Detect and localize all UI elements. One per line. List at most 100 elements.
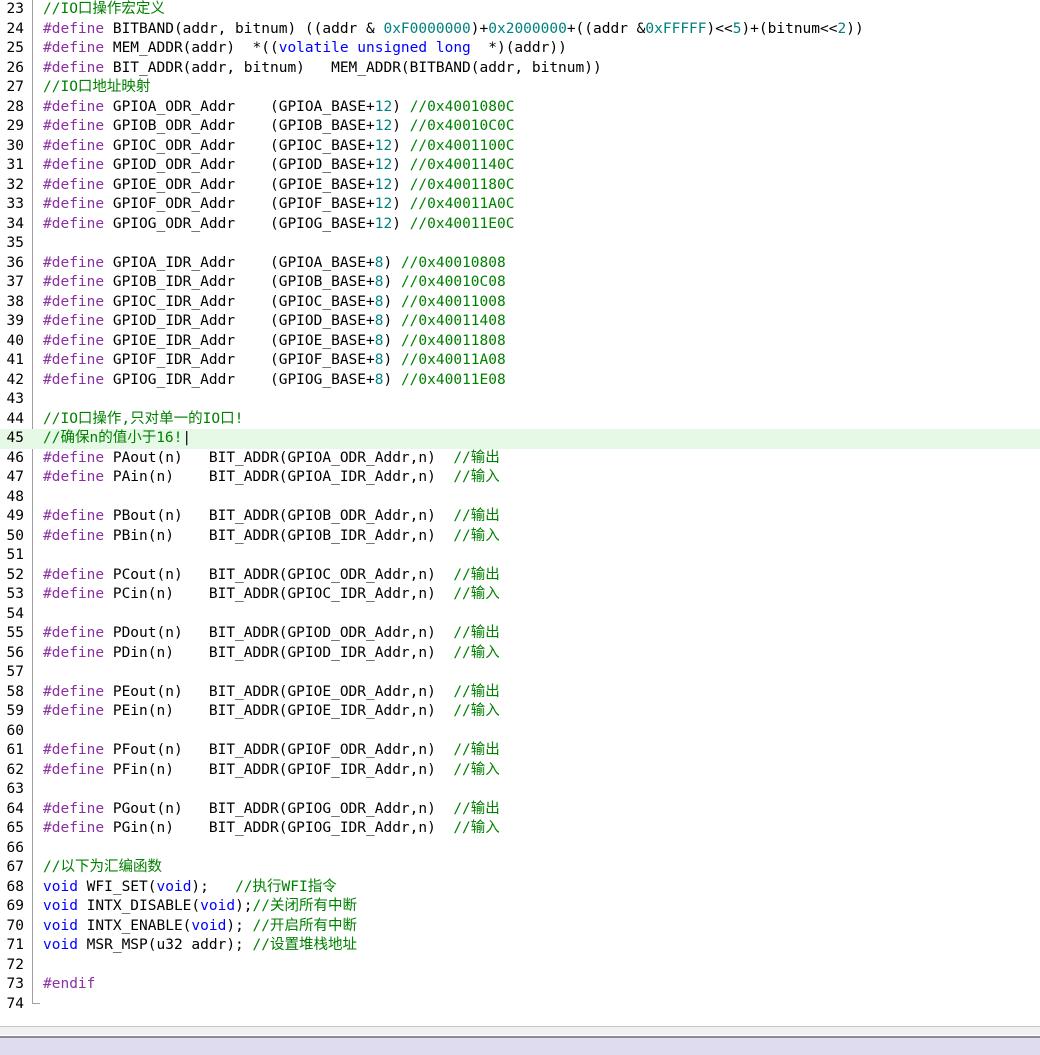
line-number: 61 <box>6 742 24 758</box>
code-line[interactable]: 48 <box>0 488 1040 508</box>
code-line[interactable]: 35 <box>0 234 1040 254</box>
line-code[interactable]: //以下为汇编函数 <box>43 858 162 878</box>
code-line[interactable]: 47 #define PAin(n) BIT_ADDR(GPIOA_IDR_Add… <box>0 468 1040 488</box>
code-line[interactable]: 27 //IO口地址映射 <box>0 78 1040 98</box>
code-editor[interactable]: 23 //IO口操作宏定义 24 #define BITBAND(addr, bitn… <box>0 0 1040 1026</box>
line-code[interactable]: void WFI_SET(void); //执行WFI指令 <box>43 878 337 898</box>
line-code[interactable]: #define GPIOD_ODR_Addr (GPIOD_BASE+12) /… <box>43 156 514 176</box>
code-line[interactable]: 55 #define PDout(n) BIT_ADDR(GPIOD_ODR_Ad… <box>0 624 1040 644</box>
code-line[interactable]: 37 #define GPIOB_IDR_Addr (GPIOB_BASE+8) … <box>0 273 1040 293</box>
code-line[interactable]: 39 #define GPIOD_IDR_Addr (GPIOD_BASE+8) … <box>0 312 1040 332</box>
line-code[interactable]: #define MEM_ADDR(addr) *((volatile unsig… <box>43 39 567 59</box>
line-code[interactable]: #define PBout(n) BIT_ADDR(GPIOB_ODR_Addr… <box>43 507 500 527</box>
line-code[interactable]: //IO口地址映射 <box>43 78 150 98</box>
line-code[interactable]: void INTX_DISABLE(void);//关闭所有中断 <box>43 897 357 917</box>
line-code[interactable]: //IO口操作,只对单一的IO口! <box>43 410 243 430</box>
code-line[interactable]: 29 #define GPIOB_ODR_Addr (GPIOB_BASE+12)… <box>0 117 1040 137</box>
code-line[interactable]: 64 #define PGout(n) BIT_ADDR(GPIOG_ODR_Ad… <box>0 800 1040 820</box>
line-code[interactable]: #define GPIOF_ODR_Addr (GPIOF_BASE+12) /… <box>43 195 514 215</box>
code-line[interactable]: 61 #define PFout(n) BIT_ADDR(GPIOF_ODR_Ad… <box>0 741 1040 761</box>
code-line[interactable]: 32 #define GPIOE_ODR_Addr (GPIOE_BASE+12)… <box>0 176 1040 196</box>
code-token: PCout(n) BIT_ADDR(GPIOC_ODR_Addr,n) <box>112 566 454 583</box>
code-line[interactable]: 45 //确保n的值小于16!| <box>0 429 1040 449</box>
code-line[interactable]: 68 void WFI_SET(void); //执行WFI指令 <box>0 878 1040 898</box>
code-line[interactable]: 23 //IO口操作宏定义 <box>0 0 1040 20</box>
line-code[interactable]: //IO口操作宏定义 <box>43 0 165 20</box>
code-line[interactable]: 50 #define PBin(n) BIT_ADDR(GPIOB_IDR_Add… <box>0 527 1040 547</box>
line-code[interactable]: #define GPIOB_ODR_Addr (GPIOB_BASE+12) /… <box>43 117 514 137</box>
line-code[interactable]: #define PCout(n) BIT_ADDR(GPIOC_ODR_Addr… <box>43 566 500 586</box>
line-code[interactable]: #define PCin(n) BIT_ADDR(GPIOC_IDR_Addr,… <box>43 585 500 605</box>
line-code[interactable]: #define PEout(n) BIT_ADDR(GPIOE_ODR_Addr… <box>43 683 500 703</box>
code-line[interactable]: 51 <box>0 546 1040 566</box>
line-code[interactable]: #define PDin(n) BIT_ADDR(GPIOD_IDR_Addr,… <box>43 644 500 664</box>
code-line[interactable]: 57 <box>0 663 1040 683</box>
code-line[interactable]: 56 #define PDin(n) BIT_ADDR(GPIOD_IDR_Add… <box>0 644 1040 664</box>
code-line[interactable]: 63 <box>0 780 1040 800</box>
code-line[interactable]: 41 #define GPIOF_IDR_Addr (GPIOF_BASE+8) … <box>0 351 1040 371</box>
code-line[interactable]: 26 #define BIT_ADDR(addr, bitnum) MEM_ADD… <box>0 59 1040 79</box>
code-line[interactable]: 44 //IO口操作,只对单一的IO口! <box>0 410 1040 430</box>
line-code[interactable]: #define PFout(n) BIT_ADDR(GPIOF_ODR_Addr… <box>43 741 500 761</box>
line-code[interactable]: #define GPIOG_IDR_Addr (GPIOG_BASE+8) //… <box>43 371 506 391</box>
code-line[interactable]: 71 void MSR_MSP(u32 addr); //设置堆栈地址 <box>0 936 1040 956</box>
line-code[interactable]: #define GPIOE_ODR_Addr (GPIOE_BASE+12) /… <box>43 176 514 196</box>
code-line[interactable]: 46 #define PAout(n) BIT_ADDR(GPIOA_ODR_Ad… <box>0 449 1040 469</box>
code-line[interactable]: 54 <box>0 605 1040 625</box>
code-line[interactable]: 42 #define GPIOG_IDR_Addr (GPIOG_BASE+8) … <box>0 371 1040 391</box>
code-line[interactable]: 53 #define PCin(n) BIT_ADDR(GPIOC_IDR_Add… <box>0 585 1040 605</box>
line-code[interactable]: #define BIT_ADDR(addr, bitnum) MEM_ADDR(… <box>43 59 602 79</box>
code-line[interactable]: 38 #define GPIOC_IDR_Addr (GPIOC_BASE+8) … <box>0 293 1040 313</box>
line-code[interactable]: #endif <box>43 975 95 995</box>
line-code[interactable]: #define GPIOC_ODR_Addr (GPIOC_BASE+12) /… <box>43 137 514 157</box>
line-code[interactable]: #define GPIOA_IDR_Addr (GPIOA_BASE+8) //… <box>43 254 506 274</box>
line-code[interactable]: #define PAout(n) BIT_ADDR(GPIOA_ODR_Addr… <box>43 449 500 469</box>
line-code[interactable]: #define GPIOC_IDR_Addr (GPIOC_BASE+8) //… <box>43 293 506 313</box>
line-number: 53 <box>6 586 24 602</box>
line-code[interactable]: #define GPIOG_ODR_Addr (GPIOG_BASE+12) /… <box>43 215 514 235</box>
code-line[interactable]: 40 #define GPIOE_IDR_Addr (GPIOE_BASE+8) … <box>0 332 1040 352</box>
line-code[interactable]: #define PEin(n) BIT_ADDR(GPIOE_IDR_Addr,… <box>43 702 500 722</box>
line-code[interactable]: //确保n的值小于16!| <box>43 429 191 449</box>
code-line[interactable]: 43 <box>0 390 1040 410</box>
code-line[interactable]: 49 #define PBout(n) BIT_ADDR(GPIOB_ODR_Ad… <box>0 507 1040 527</box>
code-line[interactable]: 52 #define PCout(n) BIT_ADDR(GPIOC_ODR_Ad… <box>0 566 1040 586</box>
line-code[interactable]: #define BITBAND(addr, bitnum) ((addr & 0… <box>43 20 864 40</box>
code-line[interactable]: 69 void INTX_DISABLE(void);//关闭所有中断 <box>0 897 1040 917</box>
line-code[interactable]: void INTX_ENABLE(void); //开启所有中断 <box>43 917 357 937</box>
code-token: GPIOD_IDR_Addr (GPIOD_BASE+ <box>112 313 375 329</box>
code-line[interactable]: 31 #define GPIOD_ODR_Addr (GPIOD_BASE+12)… <box>0 156 1040 176</box>
line-code[interactable]: #define GPIOF_IDR_Addr (GPIOF_BASE+8) //… <box>43 351 506 371</box>
horizontal-scrollbar[interactable] <box>0 1026 1040 1035</box>
line-code[interactable]: #define PDout(n) BIT_ADDR(GPIOD_ODR_Addr… <box>43 624 500 644</box>
code-line[interactable]: 74 <box>0 995 1040 1015</box>
code-line[interactable]: 25 #define MEM_ADDR(addr) *((volatile uns… <box>0 39 1040 59</box>
code-line[interactable]: 73 #endif <box>0 975 1040 995</box>
code-line[interactable]: 66 <box>0 839 1040 859</box>
code-line[interactable]: 60 <box>0 722 1040 742</box>
line-code[interactable]: #define PAin(n) BIT_ADDR(GPIOA_IDR_Addr,… <box>43 468 500 488</box>
code-line[interactable]: 34 #define GPIOG_ODR_Addr (GPIOG_BASE+12)… <box>0 215 1040 235</box>
code-line[interactable]: 36 #define GPIOA_IDR_Addr (GPIOA_BASE+8) … <box>0 254 1040 274</box>
line-code[interactable]: #define GPIOA_ODR_Addr (GPIOA_BASE+12) /… <box>43 98 514 118</box>
line-code[interactable]: #define GPIOE_IDR_Addr (GPIOE_BASE+8) //… <box>43 332 506 352</box>
code-line[interactable]: 30 #define GPIOC_ODR_Addr (GPIOC_BASE+12)… <box>0 137 1040 157</box>
code-line[interactable]: 59 #define PEin(n) BIT_ADDR(GPIOE_IDR_Add… <box>0 702 1040 722</box>
line-code[interactable]: #define PBin(n) BIT_ADDR(GPIOB_IDR_Addr,… <box>43 527 500 547</box>
line-code[interactable]: #define PGin(n) BIT_ADDR(GPIOG_IDR_Addr,… <box>43 819 500 839</box>
code-line[interactable]: 58 #define PEout(n) BIT_ADDR(GPIOE_ODR_Ad… <box>0 683 1040 703</box>
code-lines[interactable]: 23 //IO口操作宏定义 24 #define BITBAND(addr, bitn… <box>0 0 1040 1014</box>
code-line[interactable]: 24 #define BITBAND(addr, bitnum) ((addr &… <box>0 20 1040 40</box>
line-code[interactable]: #define PGout(n) BIT_ADDR(GPIOG_ODR_Addr… <box>43 800 500 820</box>
line-code[interactable]: #define GPIOD_IDR_Addr (GPIOD_BASE+8) //… <box>43 312 506 332</box>
code-line[interactable]: 70 void INTX_ENABLE(void); //开启所有中断 <box>0 917 1040 937</box>
code-line[interactable]: 65 #define PGin(n) BIT_ADDR(GPIOG_IDR_Add… <box>0 819 1040 839</box>
line-code[interactable]: void MSR_MSP(u32 addr); //设置堆栈地址 <box>43 936 357 956</box>
code-line[interactable]: 67 //以下为汇编函数 <box>0 858 1040 878</box>
code-line[interactable]: 28 #define GPIOA_ODR_Addr (GPIOA_BASE+12)… <box>0 98 1040 118</box>
line-code[interactable]: #define PFin(n) BIT_ADDR(GPIOF_IDR_Addr,… <box>43 761 500 781</box>
code-line[interactable]: 72 <box>0 956 1040 976</box>
line-code[interactable]: #define GPIOB_IDR_Addr (GPIOB_BASE+8) //… <box>43 273 506 293</box>
code-line[interactable]: 62 #define PFin(n) BIT_ADDR(GPIOF_IDR_Add… <box>0 761 1040 781</box>
code-line[interactable]: 33 #define GPIOF_ODR_Addr (GPIOF_BASE+12)… <box>0 195 1040 215</box>
